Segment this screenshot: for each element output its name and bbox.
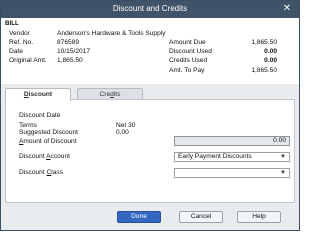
discount-panel: Discount Date Terms Net 30 Suggested Dis… [5, 99, 295, 203]
window-title: Discount and Credits [112, 4, 188, 13]
amount-of-discount-input[interactable]: 0.00 [174, 136, 290, 146]
suggested-discount-label: Suggested Discount [19, 129, 79, 136]
discount-account-select[interactable]: Early Payment Discounts ▼ [174, 152, 290, 162]
class-label-pre: Discount [19, 169, 47, 176]
tab-credits-label-pre: Cre [99, 91, 111, 98]
title-bar: Discount and Credits ✕ [1, 1, 299, 18]
original-amt-label: Original Amt. [9, 57, 47, 64]
discount-class-select[interactable]: ▼ [174, 168, 290, 178]
credits-used-value: 0.00 [264, 57, 277, 64]
account-label-rest: ccount [50, 153, 70, 160]
amount-of-discount-label: Amount of Discount [19, 137, 77, 146]
bill-section-title: BILL [5, 20, 19, 27]
discount-date-label: Discount Date [19, 112, 61, 119]
class-label-rest: lass [51, 169, 63, 176]
help-button[interactable]: Help [237, 211, 281, 223]
done-button[interactable]: Done [117, 211, 161, 223]
cancel-button[interactable]: Cancel [179, 211, 223, 223]
discount-credits-dialog: Discount and Credits ✕ BILL Vendor Ander… [0, 0, 300, 231]
tab-credits-label-rest: its [113, 91, 121, 98]
amount-due-label: Amount Due [169, 39, 206, 46]
original-amt-value: 1,865.50 [57, 57, 83, 64]
bill-section: BILL Vendor Anderson's Hardware & Tools … [1, 18, 299, 84]
ref-value: 876589 [57, 39, 80, 46]
tab-discount[interactable]: Discount [5, 88, 71, 101]
amount-due-value: 1,865.50 [251, 39, 277, 46]
discount-class-label: Discount Class [19, 168, 63, 177]
close-icon[interactable]: ✕ [281, 3, 293, 15]
date-label: Date [9, 48, 23, 55]
amt-to-pay-label: Amt. To Pay [169, 67, 205, 74]
tab-area: Discount Credits Discount Date Terms Net… [1, 84, 299, 205]
date-value: 10/15/2017 [57, 48, 91, 55]
ref-label: Ref. No. [9, 39, 34, 46]
discount-account-label: Discount Account [19, 152, 70, 161]
credits-used-label: Credits Used [169, 57, 208, 64]
chevron-down-icon: ▼ [280, 154, 286, 160]
discount-used-label: Discount Used [169, 48, 212, 55]
account-label-pre: Discount [19, 153, 47, 160]
amount-label-rest: mount of Discount [23, 138, 77, 145]
amt-to-pay-value: 1,865.50 [251, 67, 277, 74]
tab-discount-label-rest: iscount [28, 91, 53, 98]
discount-used-value: 0.00 [264, 48, 277, 55]
discount-account-value: Early Payment Discounts [178, 153, 252, 160]
vendor-label: Vendor [9, 30, 30, 37]
chevron-down-icon: ▼ [280, 170, 286, 176]
vendor-value: Anderson's Hardware & Tools Supply [57, 30, 166, 37]
button-bar: Done Cancel Help [1, 205, 299, 230]
suggested-discount-value: 0.00 [116, 129, 129, 136]
